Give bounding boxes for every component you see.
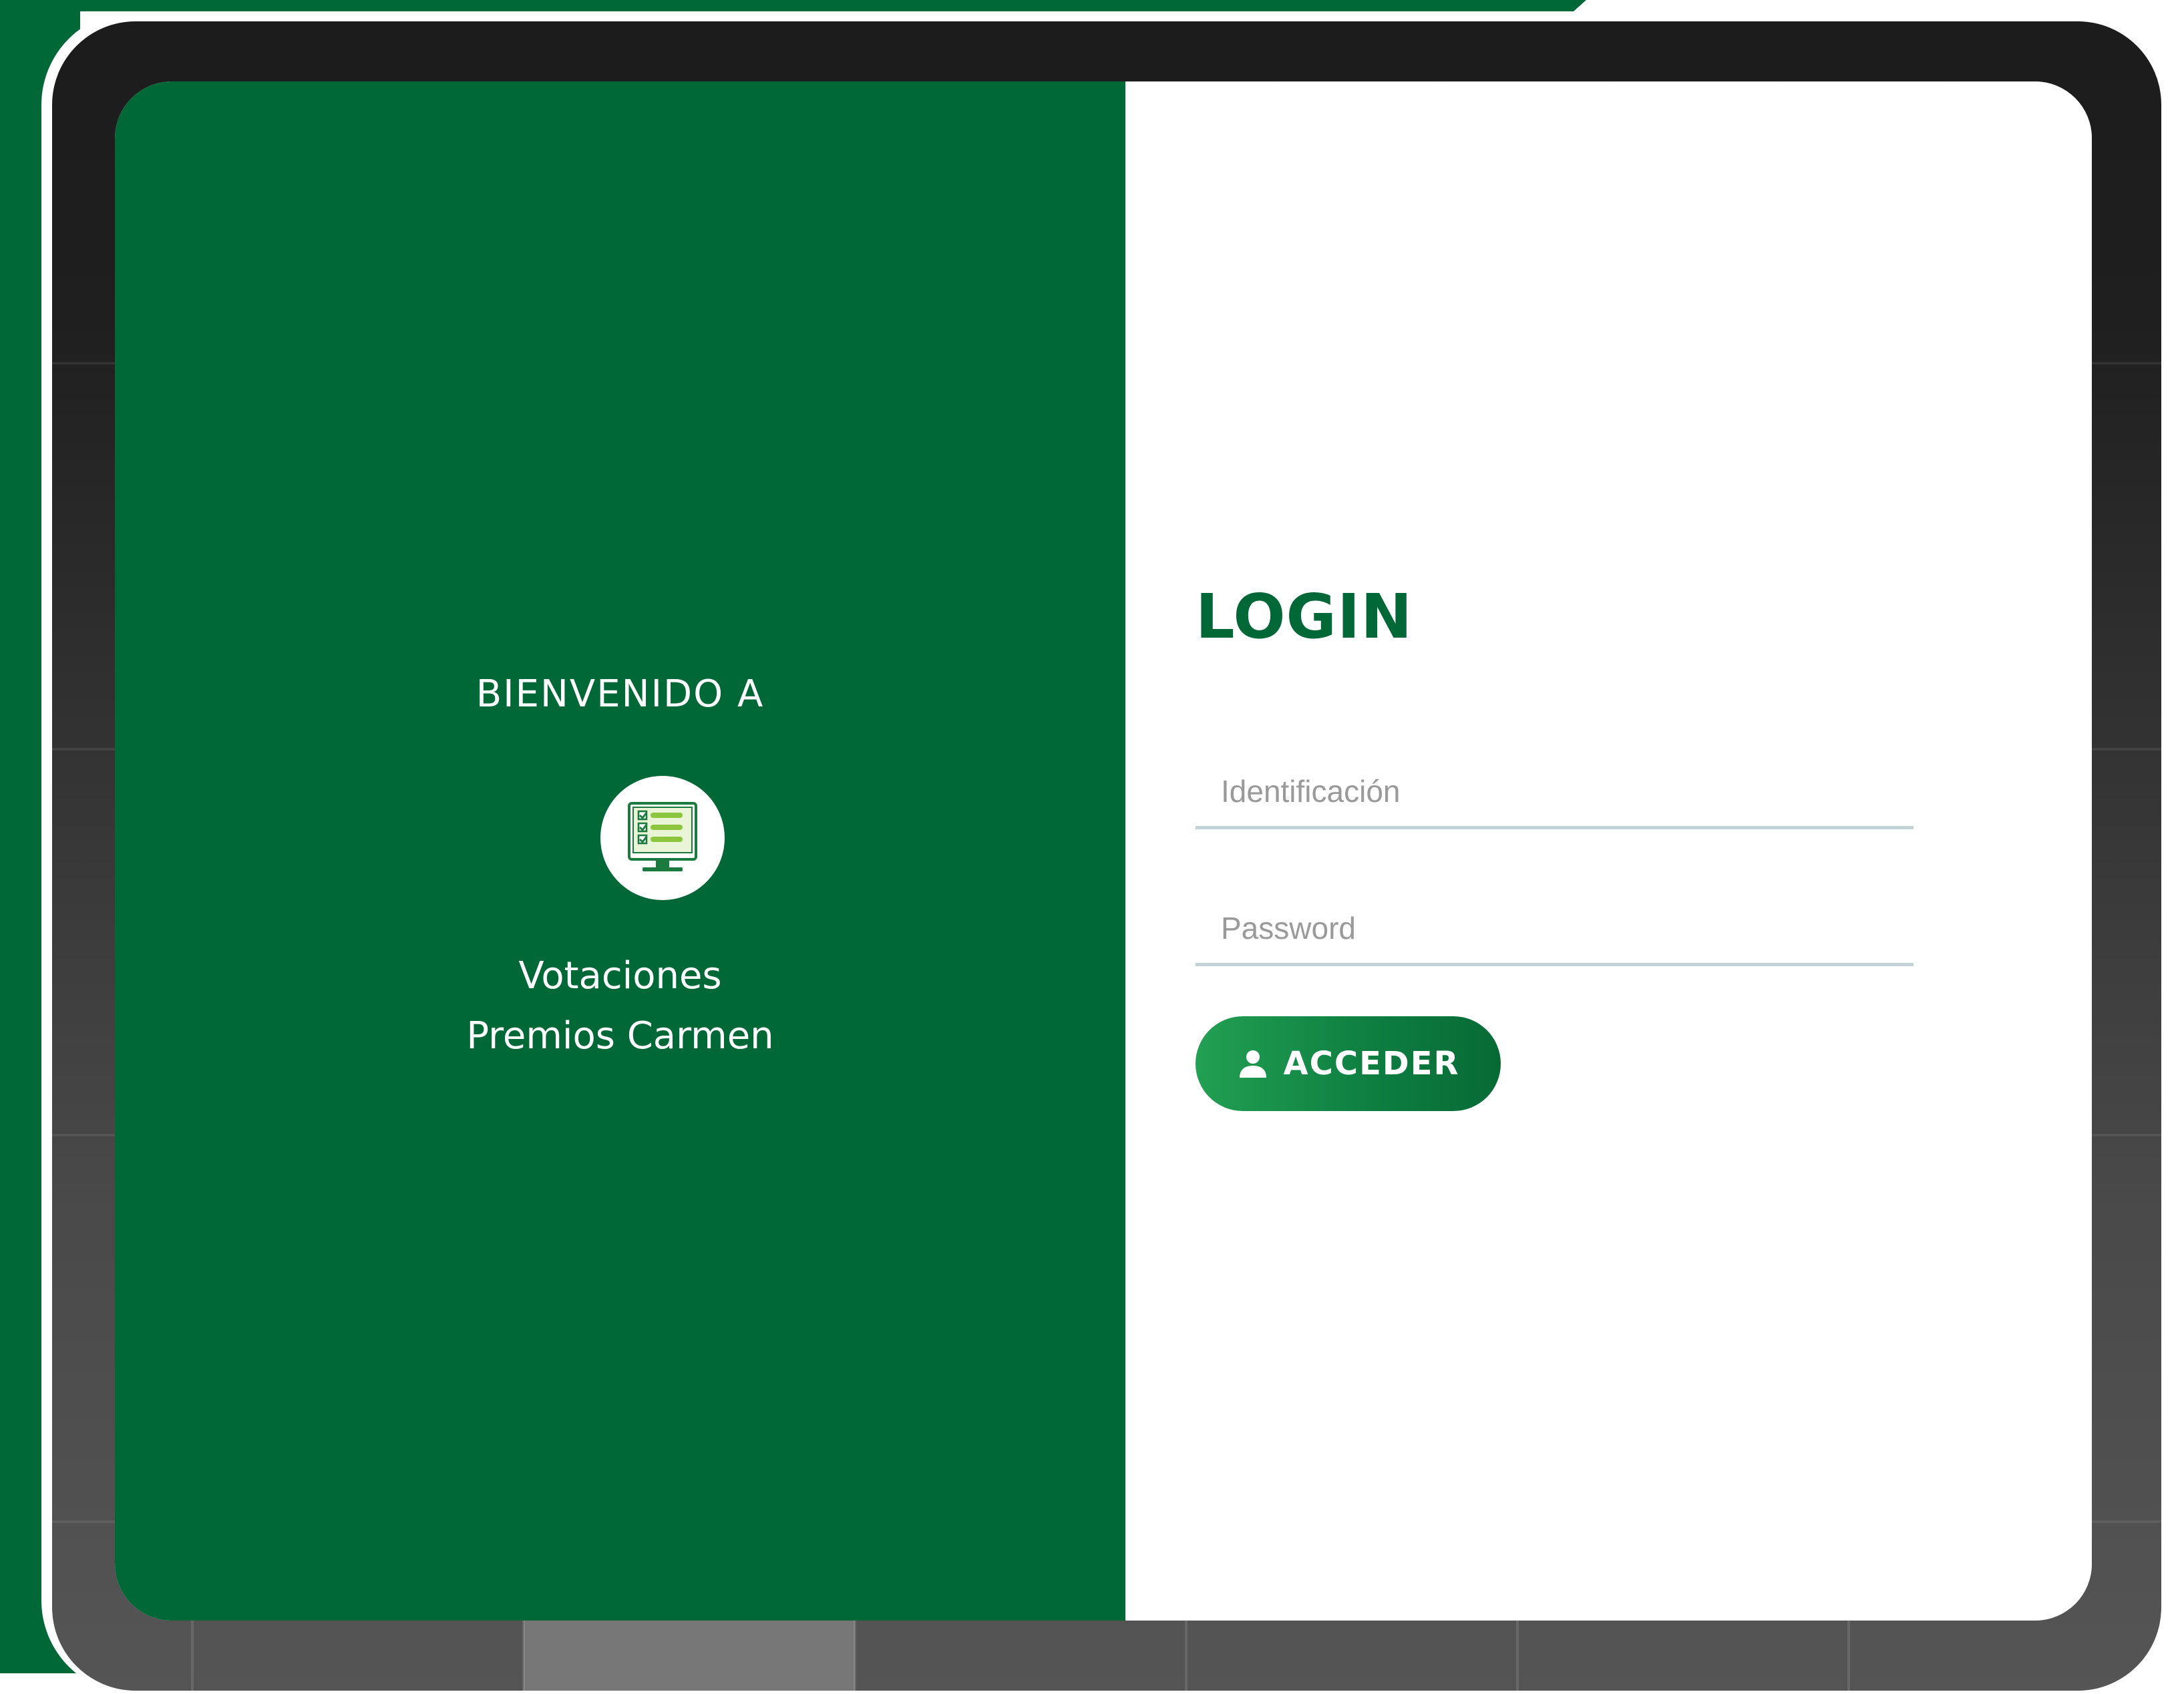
password-input[interactable] [1196,893,1914,966]
login-title: LOGIN [1196,581,1413,652]
app-name-line2: Premios Carmen [466,1014,774,1058]
login-button[interactable]: ACCEDER [1196,1016,1501,1111]
app-name: Votaciones Premios Carmen [115,946,1125,1066]
login-panel: LOGIN ACCEDER [1125,81,2092,1621]
welcome-panel: BIENVENIDO A Votaciones Premios Carmen [115,81,1125,1621]
voting-computer-icon [600,776,725,900]
identification-input[interactable] [1196,756,1914,829]
app-name-line1: Votaciones [518,954,722,998]
user-icon [1237,1047,1269,1081]
welcome-heading: BIENVENIDO A [476,672,765,716]
app-screen: BIENVENIDO A Votaciones Premios Carmen L… [115,81,2092,1621]
login-button-label: ACCEDER [1283,1045,1460,1082]
